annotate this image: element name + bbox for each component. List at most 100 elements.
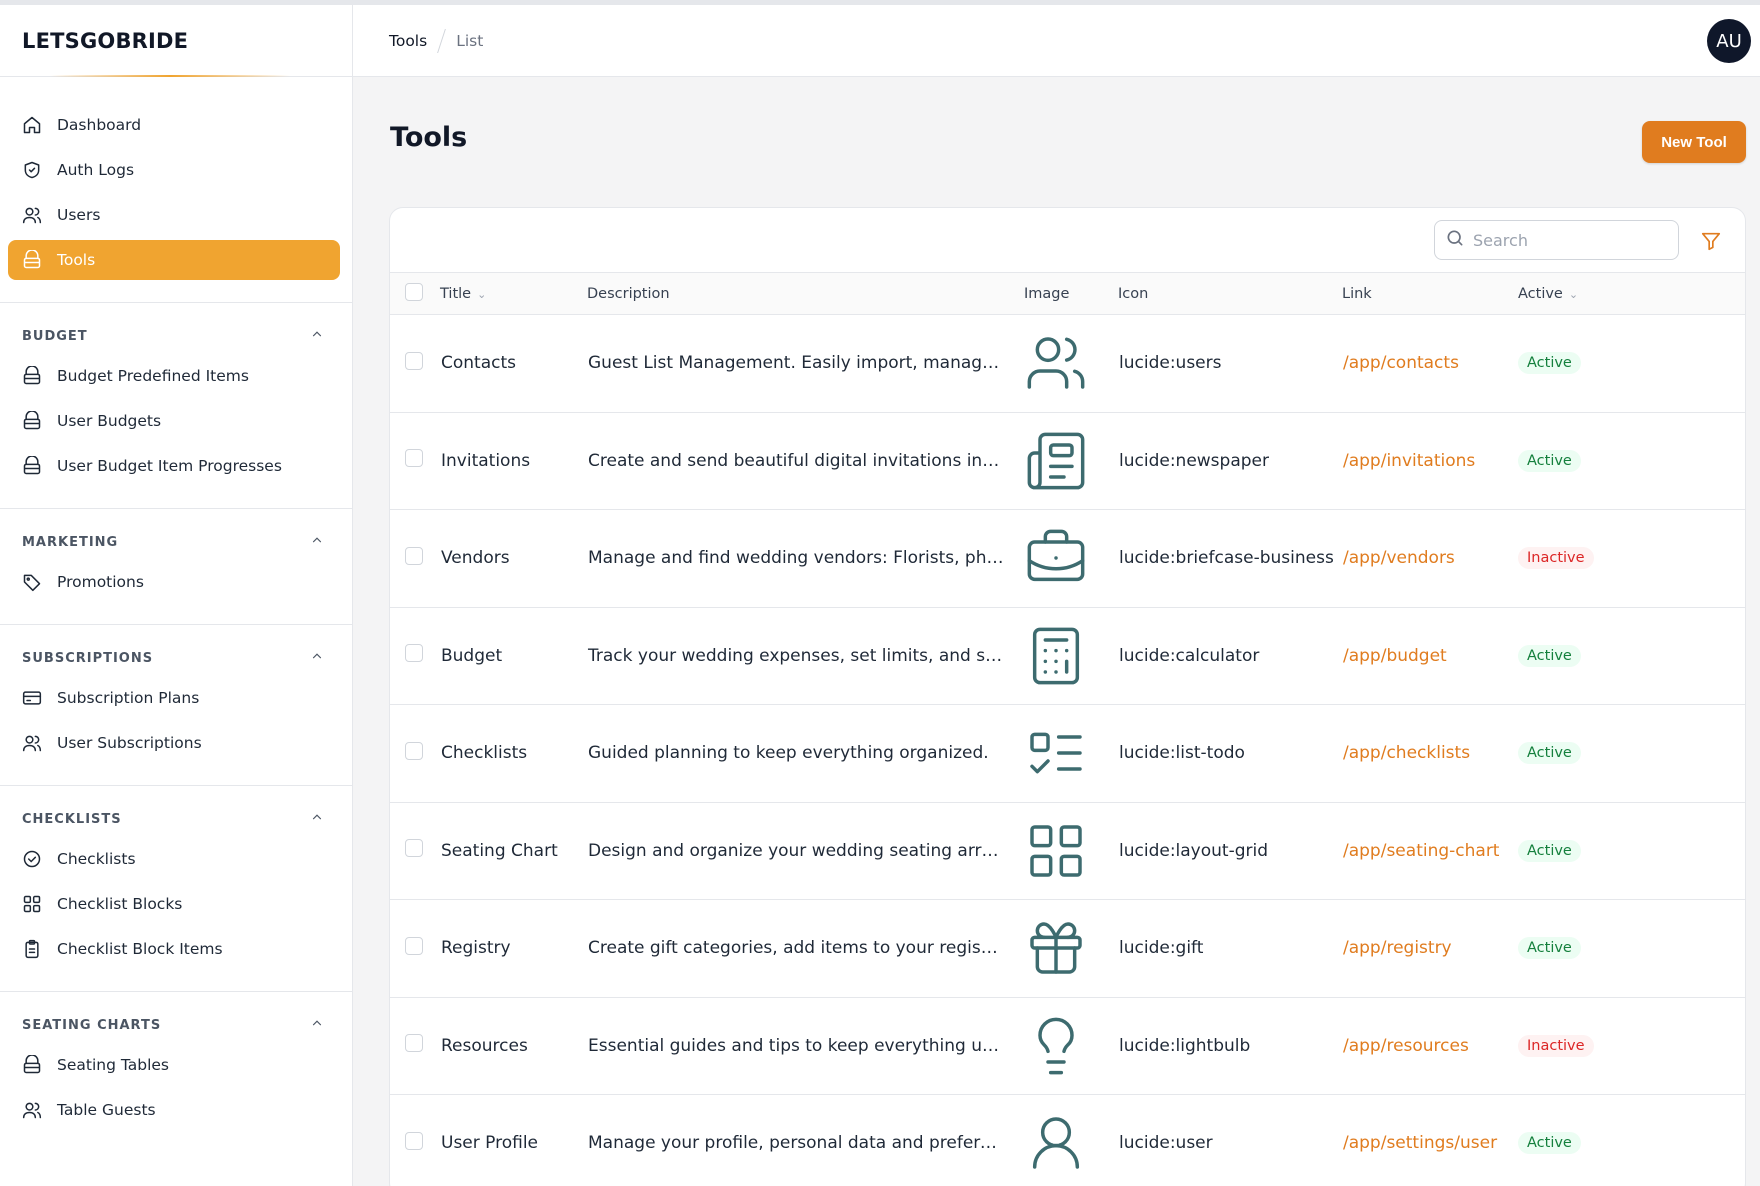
brand-logo[interactable]: LETSGOBRIDE [0, 5, 352, 77]
chevron-up-icon[interactable] [310, 810, 324, 828]
sidebar-item-dashboard[interactable]: Dashboard [8, 105, 340, 145]
sidebar-item-tools[interactable]: Tools [8, 240, 340, 280]
sidebar-item-user-budget-item-progresses[interactable]: User Budget Item Progresses [8, 446, 340, 486]
row-checkbox[interactable] [405, 644, 423, 663]
row-icon-name: lucide:users [1119, 353, 1222, 374]
table-row[interactable]: Budget Track your wedding expenses, set l… [390, 607, 1745, 705]
row-title: Contacts [441, 353, 516, 374]
row-checkbox[interactable] [405, 546, 423, 565]
table-row[interactable]: User Profile Manage your profile, persona… [390, 1095, 1745, 1186]
row-checkbox[interactable] [405, 449, 423, 468]
sidebar-item-user-budgets[interactable]: User Budgets [8, 401, 340, 441]
search-input[interactable] [1473, 230, 1673, 250]
column-active[interactable]: Active ⌄ [1518, 273, 1745, 315]
row-checkbox[interactable] [405, 1131, 423, 1150]
row-status-cell: Active [1518, 1095, 1745, 1186]
sidebar-item-label: Seating Tables [57, 1056, 170, 1074]
row-link[interactable]: /app/registry [1342, 900, 1518, 998]
sidebar-item-subscription-plans[interactable]: Subscription Plans [8, 678, 340, 718]
chevron-up-icon[interactable] [310, 327, 324, 345]
row-link[interactable]: /app/contacts [1342, 315, 1518, 413]
select-all-checkbox[interactable] [405, 282, 423, 301]
table-row[interactable]: Registry Create gift categories, add item… [390, 900, 1745, 998]
chevron-up-icon[interactable] [310, 1016, 324, 1034]
row-link[interactable]: /app/settings/user [1342, 1095, 1518, 1186]
table-row[interactable]: Invitations Create and send beautiful dig… [390, 412, 1745, 510]
nav-section-header[interactable]: SUBSCRIPTIONS [0, 647, 352, 669]
row-link[interactable]: /app/vendors [1342, 510, 1518, 608]
row-checkbox[interactable] [405, 741, 423, 760]
row-checkbox[interactable] [405, 936, 423, 955]
table-row[interactable]: Contacts Guest List Management. Easily im… [390, 315, 1745, 413]
column-title[interactable]: Title ⌄ [440, 273, 587, 315]
row-link[interactable]: /app/checklists [1342, 705, 1518, 803]
sidebar-item-budget-predefined-items[interactable]: Budget Predefined Items [8, 356, 340, 396]
row-image [1024, 705, 1118, 803]
table-row[interactable]: Vendors Manage and find wedding vendors: … [390, 510, 1745, 608]
nav-sections: BUDGET Budget Predefined Items User Budget… [0, 302, 352, 1130]
sidebar-item-label: Checklist Block Items [57, 940, 223, 958]
new-tool-button[interactable]: New Tool [1642, 121, 1746, 163]
sidebar-item-promotions[interactable]: Promotions [8, 562, 340, 602]
shield-check-icon [22, 160, 42, 180]
row-description: Create and send beautiful digital invita… [588, 450, 1021, 471]
row-description: Create gift categories, add items to you… [588, 938, 1019, 959]
users-icon [22, 205, 42, 225]
filter-icon[interactable] [1700, 230, 1722, 252]
sidebar-item-seating-tables[interactable]: Seating Tables [8, 1045, 340, 1085]
column-active-label: Active [1518, 285, 1563, 302]
nav-section-header[interactable]: SEATING CHARTS [0, 1014, 352, 1036]
row-checkbox[interactable] [405, 839, 423, 858]
credit-card-icon [22, 688, 42, 708]
row-select-cell [390, 802, 440, 900]
row-status-cell: Active [1518, 607, 1745, 705]
breadcrumb-tools[interactable]: Tools [389, 32, 427, 50]
home-icon [22, 115, 42, 135]
sidebar-item-table-guests[interactable]: Table Guests [8, 1090, 340, 1130]
table-row[interactable]: Seating Chart Design and organize your we… [390, 802, 1745, 900]
row-link[interactable]: /app/resources [1342, 997, 1518, 1095]
nav-section-header[interactable]: MARKETING [0, 531, 352, 553]
sort-icon: ⌄ [477, 287, 487, 301]
chevron-up-icon[interactable] [310, 649, 324, 667]
search-icon [1445, 228, 1465, 252]
sidebar-item-label: Users [57, 206, 101, 224]
row-status-cell: Active [1518, 315, 1745, 413]
sidebar-item-checklists[interactable]: Checklists [8, 839, 340, 879]
sidebar-item-checklist-block-items[interactable]: Checklist Block Items [8, 929, 340, 969]
users-icon [22, 1100, 42, 1120]
top-header: Tools List AU [353, 5, 1760, 77]
table-row[interactable]: Resources Essential guides and tips to ke… [390, 997, 1745, 1095]
table-row[interactable]: Checklists Guided planning to keep everyt… [390, 705, 1745, 803]
row-link[interactable]: /app/invitations [1342, 412, 1518, 510]
row-title: User Profile [441, 1133, 539, 1154]
page-title: Tools [390, 122, 468, 153]
nav-section-title: SEATING CHARTS [22, 1017, 162, 1033]
row-checkbox[interactable] [405, 1034, 423, 1053]
row-image [1024, 900, 1118, 998]
user-avatar[interactable]: AU [1707, 19, 1751, 63]
sidebar-item-checklist-blocks[interactable]: Checklist Blocks [8, 884, 340, 924]
nav-section-header[interactable]: CHECKLISTS [0, 808, 352, 830]
row-status-cell: Inactive [1518, 997, 1745, 1095]
sidebar-item-label: Auth Logs [57, 161, 135, 179]
row-icon-name: lucide:layout-grid [1119, 840, 1269, 861]
row-link[interactable]: /app/seating-chart [1342, 802, 1518, 900]
row-select-cell [390, 315, 440, 413]
chevron-up-icon[interactable] [310, 533, 324, 551]
box-icon [22, 411, 42, 431]
sidebar-item-users[interactable]: Users [8, 195, 340, 235]
status-badge: Active [1518, 937, 1581, 960]
sidebar-item-label: Budget Predefined Items [57, 367, 249, 385]
sidebar-item-user-subscriptions[interactable]: User Subscriptions [8, 723, 340, 763]
nav-section-subscriptions: SUBSCRIPTIONS Subscription Plans User Subs… [0, 624, 352, 763]
row-checkbox[interactable] [405, 351, 423, 370]
nav-section-header[interactable]: BUDGET [0, 325, 352, 347]
tools-table: Title ⌄ Description Image Icon Link Activ… [390, 272, 1745, 1186]
table-header-row: Title ⌄ Description Image Icon Link Activ… [390, 272, 1745, 315]
row-icon-name: lucide:briefcase-business [1119, 548, 1334, 569]
search-box[interactable] [1434, 220, 1679, 260]
box-icon [22, 456, 42, 476]
sidebar-item-auth-logs[interactable]: Auth Logs [8, 150, 340, 190]
row-link[interactable]: /app/budget [1342, 607, 1518, 705]
